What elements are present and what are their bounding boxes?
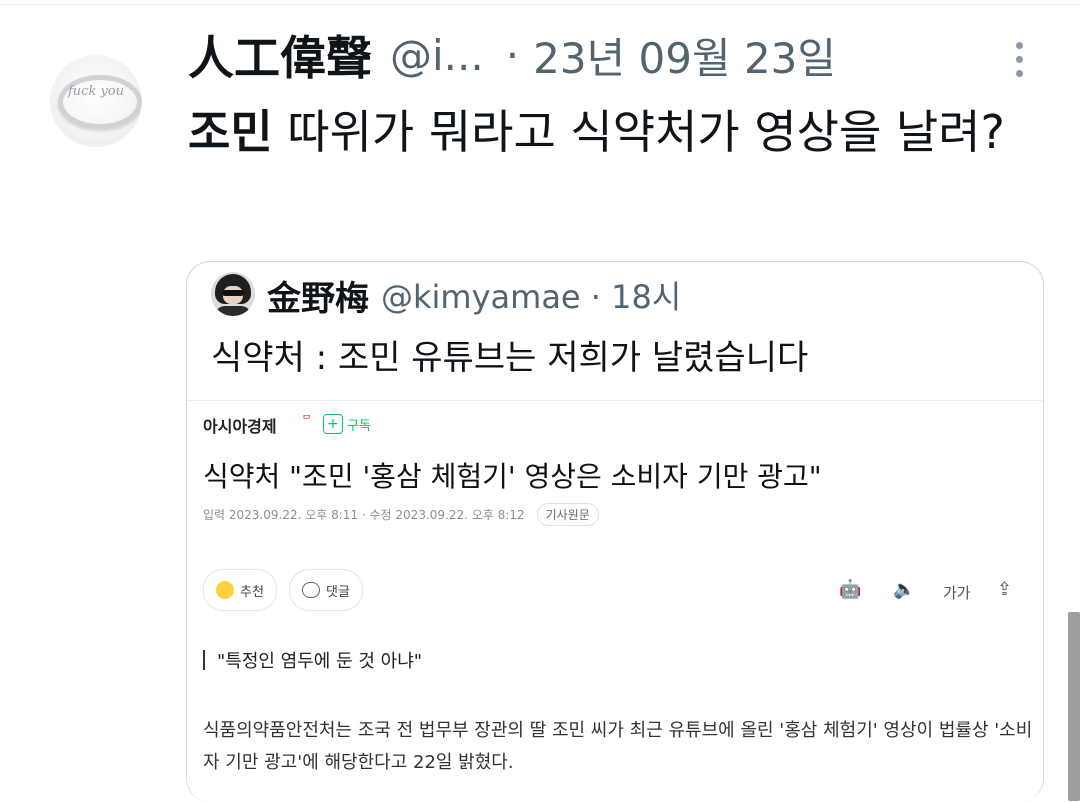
quoted-handle-time: @kimyamae · 18시 (381, 278, 682, 316)
article-dates: 입력 2023.09.22. 오후 8:11 · 수정 2023.09.22. … (203, 508, 525, 522)
scrollbar[interactable] (1068, 612, 1080, 801)
tweet-date[interactable]: 23년 09월 23일 (533, 25, 836, 86)
user-handle[interactable]: @i... (390, 31, 484, 80)
press-name: 아시아경제 (203, 417, 277, 436)
font-size-label: 가가 (943, 584, 971, 602)
article-screenshot: 아시아경제 ᄆ + 구독 식약처 "조민 '홍삼 체험기' 영상은 소비자 기만… (187, 400, 1043, 802)
subheading-text: "특정인 염두에 둔 것 아냐" (217, 651, 423, 672)
separator: · (505, 30, 520, 80)
quoted-avatar[interactable] (211, 272, 255, 316)
tweet-text-rest: 따위가 뭐라고 식약처가 영상을 날려? (272, 105, 1005, 159)
speaker-icon: 🔈 (893, 579, 916, 600)
display-name[interactable]: 人工偉聲 (188, 22, 372, 88)
subscribe-label: 구독 (347, 418, 371, 434)
comment-icon (302, 582, 320, 598)
quoted-header: 金野梅 @kimyamae · 18시 (267, 272, 682, 319)
quoted-display-name: 金野梅 (267, 278, 369, 319)
press-mark: ᄆ (302, 415, 312, 426)
avatar[interactable]: fuck you (50, 55, 142, 147)
plus-icon: + (323, 414, 343, 434)
share-icon: ⇪ (997, 579, 1013, 600)
tweet-header: 人工偉聲 @i... · 23년 09월 23일 (188, 20, 836, 90)
article-meta: 입력 2023.09.22. 오후 8:11 · 수정 2023.09.22. … (203, 503, 599, 526)
article-headline: 식약처 "조민 '홍삼 체험기' 영상은 소비자 기만 광고" (203, 460, 822, 493)
like-button: 추천 (203, 569, 277, 611)
tweet-text: 조민 따위가 뭐라고 식약처가 영상을 날려? (188, 94, 1048, 170)
top-divider (0, 4, 1080, 5)
avatar-text: fuck you (67, 84, 125, 99)
robot-icon: 🤖 (839, 579, 862, 600)
comment-label: 댓글 (326, 584, 350, 600)
subscribe-button: + 구독 (323, 413, 371, 435)
tweet-text-bold: 조민 (188, 105, 273, 159)
smile-icon (216, 581, 234, 599)
article-body: 식품의약품안전처는 조국 전 법무부 장관의 딸 조민 씨가 최근 유튜브에 올… (203, 720, 1033, 773)
more-options-icon[interactable] (1010, 42, 1028, 82)
like-label: 추천 (240, 584, 264, 600)
quoted-tweet[interactable]: 金野梅 @kimyamae · 18시 식약처 : 조민 유튜브는 저희가 날렸… (186, 261, 1044, 802)
quoted-text: 식약처 : 조민 유튜브는 저희가 날렸습니다 (211, 338, 809, 378)
article-subheading: "특정인 염두에 둔 것 아냐" (203, 647, 422, 673)
comment-button: 댓글 (289, 569, 363, 611)
original-article-button: 기사원문 (536, 503, 599, 526)
